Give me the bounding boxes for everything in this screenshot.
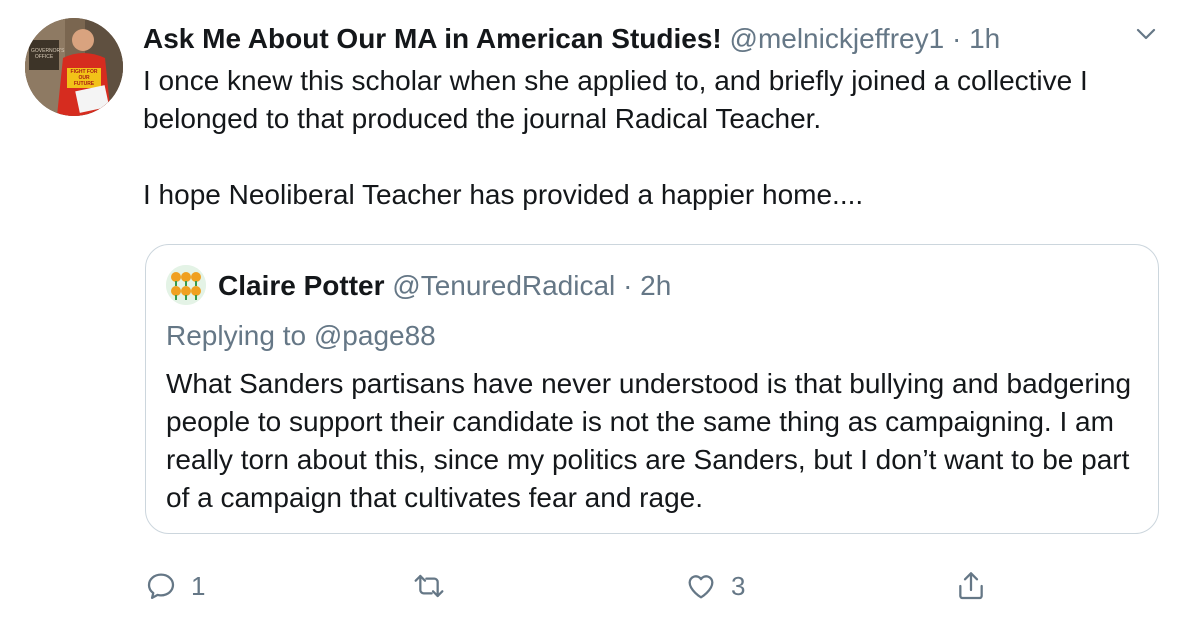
avatar[interactable]: GOVERNOR'S OFFICE FIGHT FOR OUR FUTURE [25,18,123,116]
quoted-tweet-header: Claire Potter @TenuredRadical · 2h [218,267,671,305]
tweet-text: I once knew this scholar when she applie… [143,62,1103,214]
tweet-actions: 1 3 [145,562,1145,610]
tweet-header: Ask Me About Our MA in American Studies!… [143,20,1000,58]
tweet[interactable]: GOVERNOR'S OFFICE FIGHT FOR OUR FUTURE A… [0,0,1196,627]
chevron-down-icon[interactable] [1132,22,1160,46]
quoted-tweet[interactable]: Claire Potter @TenuredRadical · 2h Reply… [145,244,1159,534]
like-button[interactable]: 3 [685,562,745,610]
heart-icon [688,575,714,599]
reply-count: 1 [191,570,206,601]
avatar-photo [25,18,123,116]
retweet-button[interactable] [413,562,459,610]
share-icon [959,572,983,600]
reply-icon [147,573,175,599]
timestamp[interactable]: 1h [969,23,1000,54]
quoted-display-name[interactable]: Claire Potter [218,270,385,301]
retweet-icon [414,574,444,598]
replying-to-handle[interactable]: @page88 [314,320,436,351]
display-name[interactable]: Ask Me About Our MA in American Studies! [143,23,722,54]
reply-button[interactable]: 1 [145,562,205,610]
tweet-text-paragraph: I once knew this scholar when she applie… [143,65,1088,134]
replying-to: Replying to @page88 [166,317,436,355]
user-handle[interactable]: @melnickjeffrey1 [730,23,945,54]
share-button[interactable] [955,562,987,610]
quoted-avatar[interactable] [166,265,206,305]
quoted-tweet-text: What Sanders partisans have never unders… [166,368,1132,513]
like-count: 3 [731,570,746,601]
avatar-sign-text: GOVERNOR'S OFFICE [31,48,65,60]
tweet-text-paragraph: I hope Neoliberal Teacher has provided a… [143,179,864,210]
replying-to-prefix: Replying to [166,320,307,351]
quoted-user-handle[interactable]: @TenuredRadical [392,270,615,301]
quoted-timestamp: 2h [640,270,672,301]
avatar-shirt-text: FIGHT FOR OUR FUTURE [70,69,98,87]
separator: · [951,23,962,54]
separator: · [623,270,633,301]
